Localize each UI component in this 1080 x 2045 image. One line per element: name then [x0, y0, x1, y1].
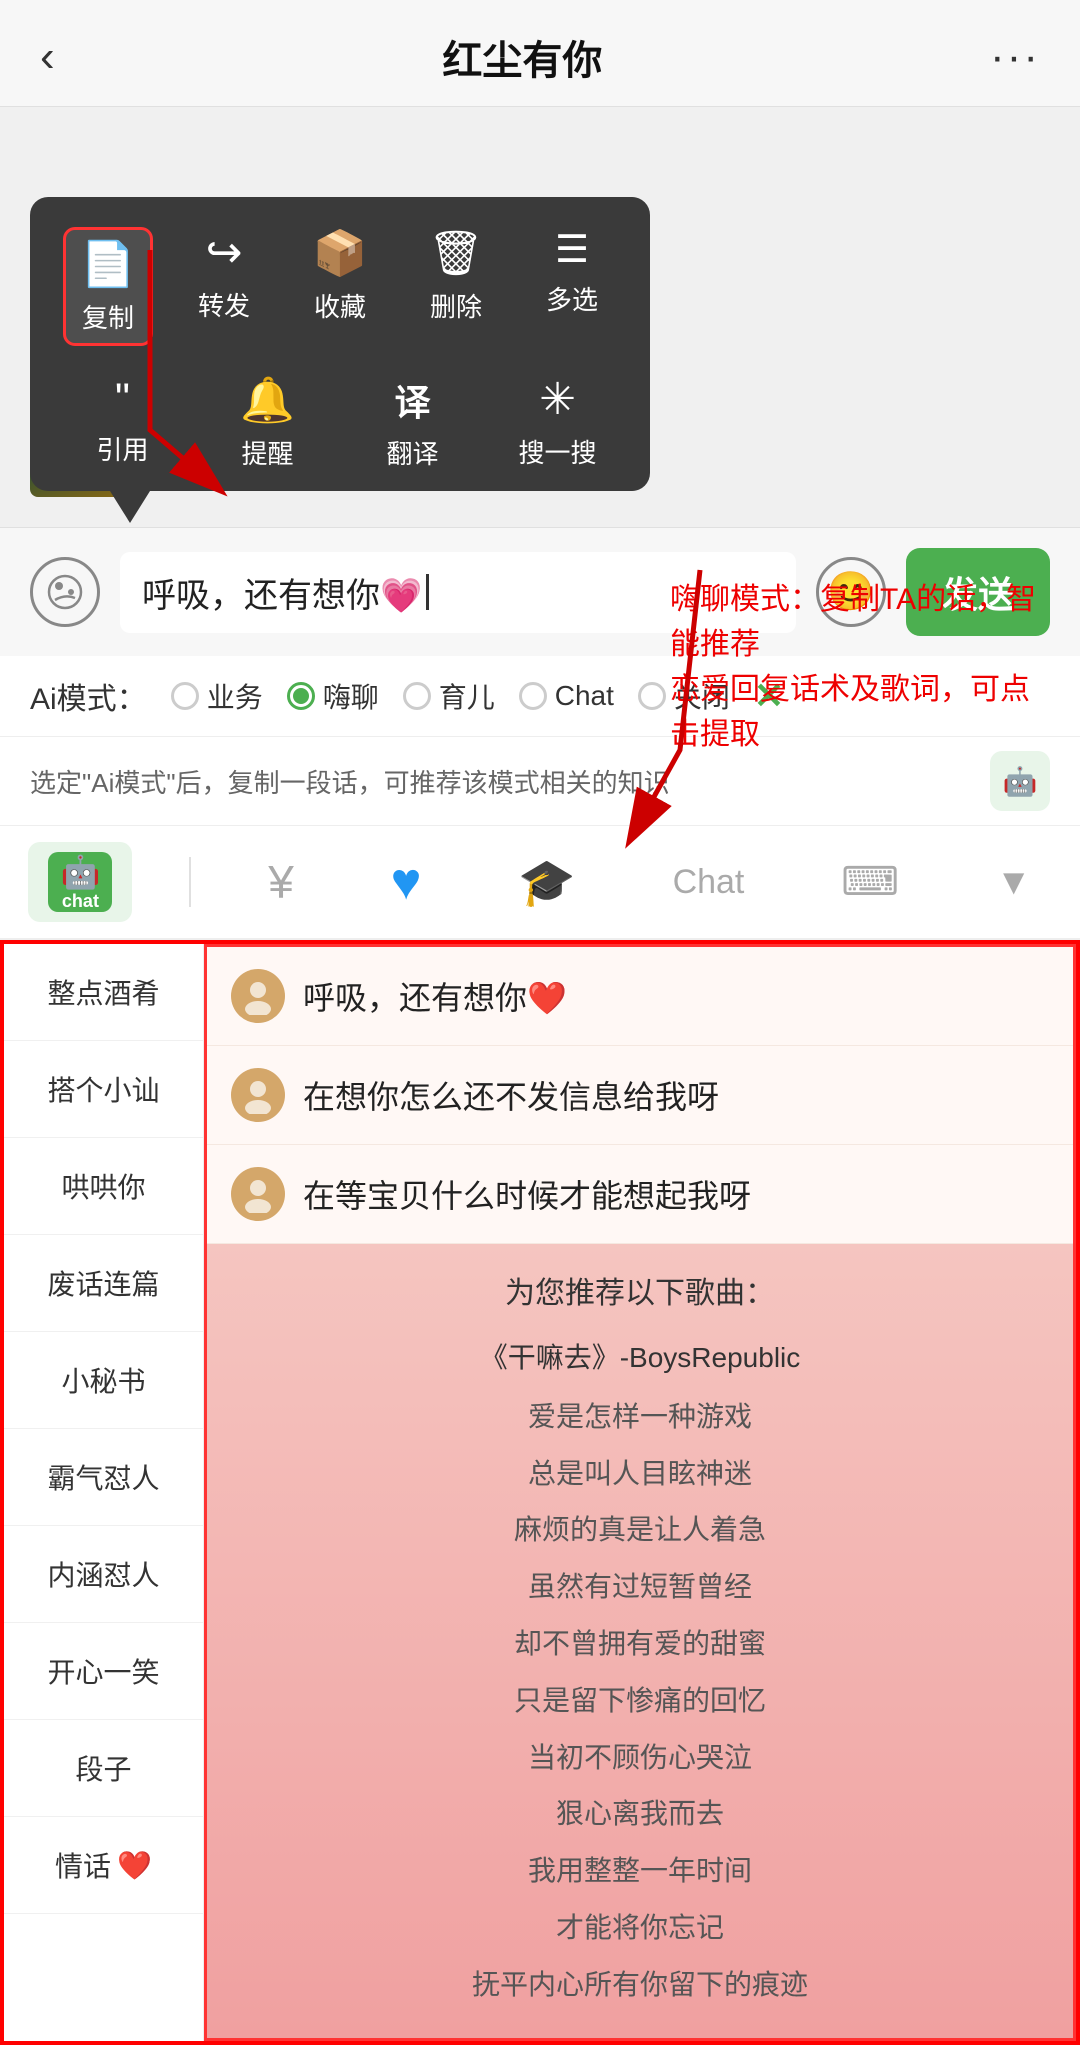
suggestion-avatar-1 — [231, 1068, 285, 1122]
toolbar-chat-bot[interactable]: 🤖 chat — [28, 842, 132, 922]
radio-chat[interactable]: Chat — [519, 680, 614, 712]
page-title: 红尘有你 — [442, 28, 602, 86]
quote-icon: " — [115, 374, 130, 422]
lyric-7: 狠心离我而去 — [227, 1786, 1053, 1843]
multiselect-icon: ☰ — [555, 227, 589, 272]
main-content: 整点酒肴 搭个小讪 哄哄你 废话连篇 小秘书 霸气怼人 内涵怼人 开心一笑 段子… — [0, 940, 1080, 2045]
search-everywhere-icon: ✳ — [539, 374, 576, 425]
top-nav: ‹ 红尘有你 ··· — [0, 0, 1080, 107]
toolbar-heart[interactable]: ♥ — [371, 842, 442, 922]
lyric-5: 只是留下惨痛的回忆 — [227, 1673, 1053, 1730]
toolbar-sep1 — [189, 857, 191, 907]
song-recommend-header: 为您推荐以下歌曲： — [227, 1268, 1053, 1312]
context-menu-forward[interactable]: ↪ 转发 — [179, 227, 269, 346]
radio-childcare[interactable]: 育儿 — [403, 676, 495, 716]
radio-circle-chat — [519, 682, 547, 710]
lyric-0: 爱是怎样一种游戏 — [227, 1389, 1053, 1446]
toolbar-graduation[interactable]: 🎓 — [498, 845, 595, 920]
radio-circle-business — [171, 682, 199, 710]
sidebar-item-8[interactable]: 段子 — [4, 1720, 203, 1817]
context-menu-copy[interactable]: 📄 复制 — [63, 227, 153, 346]
context-menu: 📄 复制 ↪ 转发 📦 收藏 🗑 删除 ☰ 多选 " — [30, 197, 650, 491]
context-menu-remind[interactable]: 🔔 提醒 — [223, 374, 313, 471]
collect-icon: 📦 — [313, 227, 368, 279]
suggestion-text-2: 在等宝贝什么时候才能想起我呀 — [303, 1171, 751, 1217]
context-menu-quote[interactable]: " 引用 — [78, 374, 168, 471]
right-panel: 呼吸，还有想你❤️ 在想你怎么还不发信息给我呀 在等宝贝什么时候才能想起我呀 — [204, 944, 1076, 2041]
lyric-8: 我用整整一年时间 — [227, 1843, 1053, 1900]
toolbar-keyboard[interactable]: ⌨ — [821, 849, 919, 915]
context-menu-row1: 📄 复制 ↪ 转发 📦 收藏 🗑 删除 ☰ 多选 — [50, 227, 630, 346]
lyric-9: 才能将你忘记 — [227, 1900, 1053, 1957]
suggestion-avatar-0 — [231, 969, 285, 1023]
suggestion-text-0: 呼吸，还有想你❤️ — [303, 973, 567, 1019]
context-menu-translate[interactable]: 译 翻译 — [368, 374, 458, 471]
sidebar-item-7[interactable]: 开心一笑 — [4, 1623, 203, 1720]
sidebar-item-1[interactable]: 搭个小讪 — [4, 1041, 203, 1138]
delete-icon: 🗑 — [428, 227, 484, 279]
radio-haichat[interactable]: 嗨聊 — [287, 676, 379, 716]
copy-icon: 📄 — [81, 238, 136, 290]
sidebar-item-0[interactable]: 整点酒肴 — [4, 944, 203, 1041]
context-menu-search[interactable]: ✳ 搜一搜 — [513, 374, 603, 471]
suggestion-item-2[interactable]: 在等宝贝什么时候才能想起我呀 — [207, 1145, 1073, 1244]
lyric-10: 抚平内心所有你留下的痕迹 — [227, 1957, 1053, 2014]
context-menu-collect[interactable]: 📦 收藏 — [295, 227, 385, 346]
context-menu-delete[interactable]: 🗑 删除 — [411, 227, 501, 346]
forward-icon: ↪ — [206, 227, 243, 278]
song-title[interactable]: 《干嘛去》-BoysRepublic — [227, 1328, 1053, 1389]
radio-circle-close — [638, 682, 666, 710]
lyric-2: 麻烦的真是让人着急 — [227, 1502, 1053, 1559]
suggestion-item-1[interactable]: 在想你怎么还不发信息给我呀 — [207, 1046, 1073, 1145]
translate-icon: 译 — [394, 374, 430, 426]
ai-mode-label: Ai模式： — [30, 674, 147, 718]
lyric-4: 却不曾拥有爱的甜蜜 — [227, 1616, 1053, 1673]
suggestion-avatar-2 — [231, 1167, 285, 1221]
more-button[interactable]: ··· — [990, 32, 1040, 82]
sidebar-item-5[interactable]: 霸气怼人 — [4, 1429, 203, 1526]
radio-business[interactable]: 业务 — [171, 676, 263, 716]
sidebar-item-9[interactable]: 情话 ❤️ — [4, 1817, 203, 1914]
lyric-6: 当初不顾伤心哭泣 — [227, 1730, 1053, 1787]
context-menu-multiselect[interactable]: ☰ 多选 — [527, 227, 617, 346]
suggestion-text-1: 在想你怎么还不发信息给我呀 — [303, 1072, 719, 1118]
remind-icon: 🔔 — [240, 374, 295, 426]
back-button[interactable]: ‹ — [40, 32, 55, 82]
radio-circle-haichat — [287, 682, 315, 710]
context-menu-row2: " 引用 🔔 提醒 译 翻译 ✳ 搜一搜 — [50, 374, 630, 471]
left-sidebar: 整点酒肴 搭个小讪 哄哄你 废话连篇 小秘书 霸气怼人 内涵怼人 开心一笑 段子… — [4, 944, 204, 2041]
sidebar-item-6[interactable]: 内涵怼人 — [4, 1526, 203, 1623]
lyric-1: 总是叫人目眩神迷 — [227, 1446, 1053, 1503]
sidebar-item-4[interactable]: 小秘书 — [4, 1332, 203, 1429]
lyric-3: 虽然有过短暂曾经 — [227, 1559, 1053, 1616]
chat-small-icon[interactable]: 🤖 — [990, 751, 1050, 811]
suggestion-item-0[interactable]: 呼吸，还有想你❤️ — [207, 947, 1073, 1046]
toolbar: 🤖 chat ¥ ♥ 🎓 Chat ⌨ ▼ — [0, 826, 1080, 940]
radio-circle-childcare — [403, 682, 431, 710]
song-section: 为您推荐以下歌曲： 《干嘛去》-BoysRepublic 爱是怎样一种游戏 总是… — [207, 1244, 1073, 2038]
toolbar-chat-text[interactable]: Chat — [653, 853, 765, 912]
sidebar-item-3[interactable]: 废话连篇 — [4, 1235, 203, 1332]
toolbar-dropdown[interactable]: ▼ — [976, 851, 1052, 913]
voice-button[interactable] — [30, 557, 100, 627]
sidebar-item-2[interactable]: 哄哄你 — [4, 1138, 203, 1235]
context-menu-arrow — [110, 491, 150, 523]
toolbar-money[interactable]: ¥ — [248, 845, 314, 919]
annotation-text: 嗨聊模式：复制TA的话，智能推荐恋爱回复话术及歌词，可点击提取 — [670, 577, 1050, 757]
